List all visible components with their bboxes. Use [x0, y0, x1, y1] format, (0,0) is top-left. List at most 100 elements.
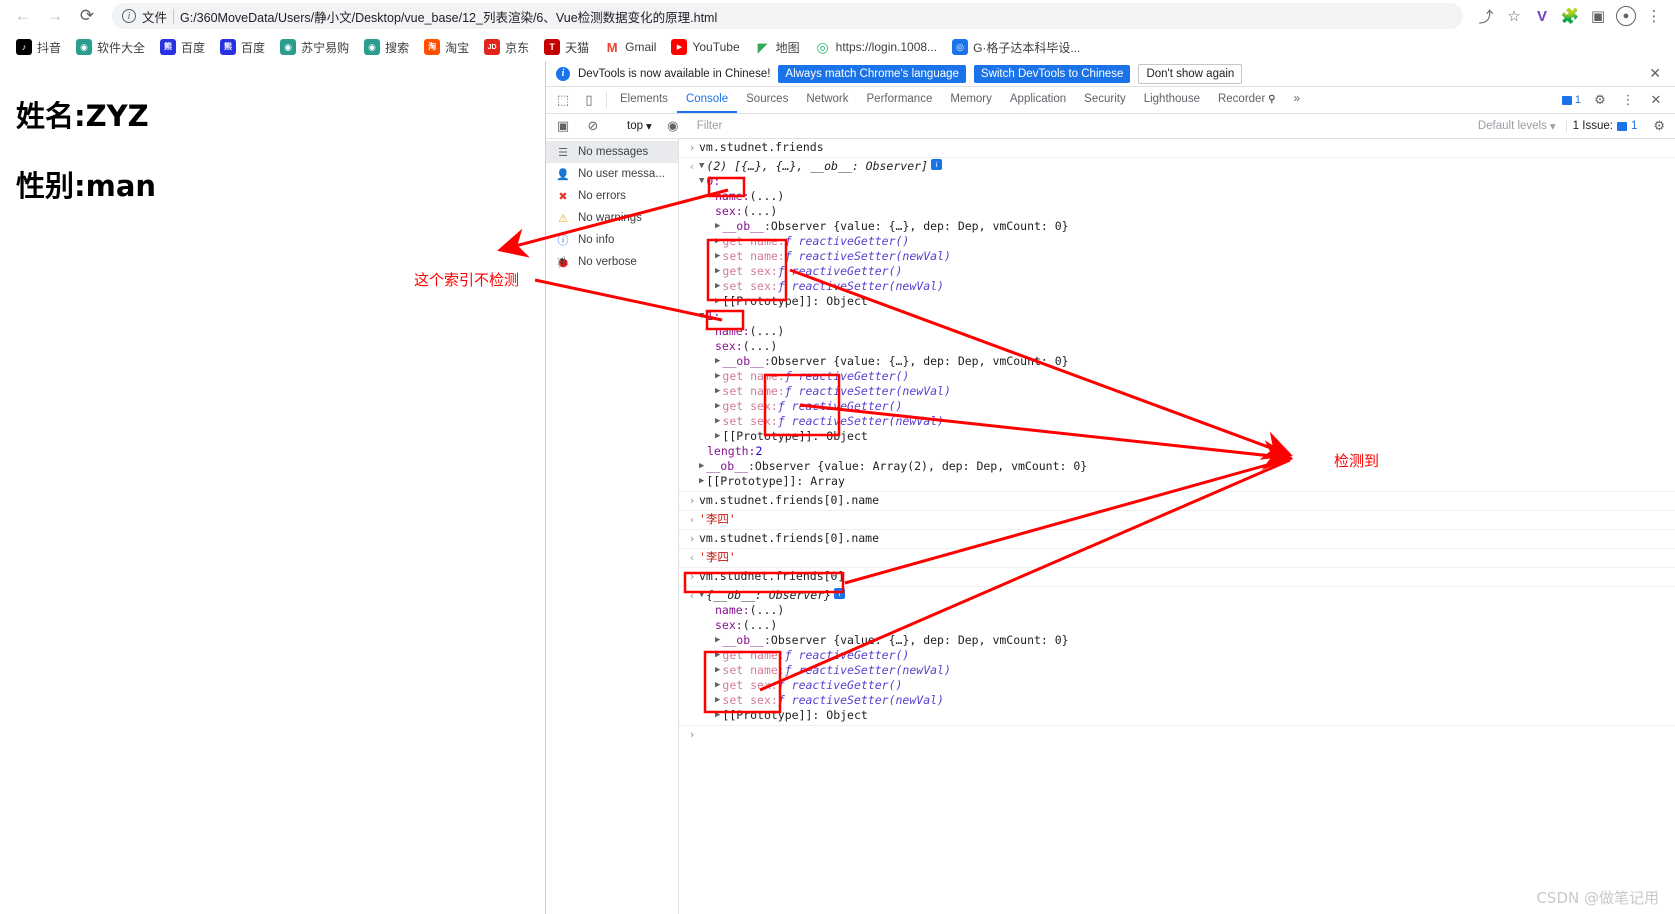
bookmark-item[interactable]: 熊百度 [214, 36, 271, 59]
expand-triangle-icon[interactable]: ▶ [715, 678, 720, 693]
execution-context-select[interactable]: top ▾ [623, 119, 656, 133]
log-levels-select[interactable]: Default levels ▾ [1472, 119, 1562, 133]
object-prop-sex[interactable]: sex: (...) [679, 339, 1675, 354]
sidebar-item-no-messages[interactable]: ☰ No messages [546, 141, 678, 163]
close-icon[interactable]: ✕ [1645, 65, 1665, 82]
object-prop-ob[interactable]: ▶ __ob__: Observer {value: {…}, dep: Dep, … [679, 354, 1675, 369]
accessor-set-sex[interactable]: ▶ set sex: ƒ reactiveSetter(newVal) [679, 693, 1675, 708]
dont-show-again-button[interactable]: Don't show again [1138, 63, 1243, 84]
object-prop-ob[interactable]: ▶ __ob__: Observer {value: {…}, dep: Dep, … [679, 633, 1675, 648]
expand-triangle-icon[interactable]: ▶ [715, 279, 720, 294]
page-info-icon[interactable]: i [122, 9, 136, 23]
accessor-get-sex[interactable]: ▶ get sex: ƒ reactiveGetter() [679, 264, 1675, 279]
accessor-set-sex[interactable]: ▶ set sex: ƒ reactiveSetter(newVal) [679, 279, 1675, 294]
tab-application[interactable]: Application [1001, 87, 1075, 113]
expand-triangle-icon[interactable]: ▶ [715, 708, 720, 723]
expand-triangle-icon[interactable]: ▶ [715, 663, 720, 678]
sidebar-item-no-verbose[interactable]: 🐞 No verbose [546, 251, 678, 273]
object-prop-sex[interactable]: sex: (...) [679, 204, 1675, 219]
object-prop-sex[interactable]: sex: (...) [679, 618, 1675, 633]
settings-gear-icon[interactable]: ⚙ [1587, 92, 1613, 108]
sidebar-item-no-warnings[interactable]: ⚠ No warnings [546, 207, 678, 229]
console-input-line[interactable]: › vm.studnet.friends [679, 140, 1675, 155]
issues-indicator[interactable]: 1 Issue: 1 [1565, 120, 1644, 132]
expand-triangle-icon[interactable]: ▶ [715, 234, 720, 249]
tab-sources[interactable]: Sources [737, 87, 797, 113]
issues-badge-tabbar[interactable]: 1 [1558, 93, 1585, 107]
share-icon[interactable]: ⤴ [1473, 3, 1499, 29]
reload-button[interactable]: ⟳ [72, 1, 102, 31]
inspect-element-icon[interactable]: ⬚ [550, 87, 576, 113]
tab-lighthouse[interactable]: Lighthouse [1135, 87, 1209, 113]
object-prop-name[interactable]: name: (...) [679, 603, 1675, 618]
object-prop-name[interactable]: name: (...) [679, 189, 1675, 204]
sidebar-item-no-errors[interactable]: ✖ No errors [546, 185, 678, 207]
switch-to-chinese-button[interactable]: Switch DevTools to Chinese [973, 64, 1131, 83]
tab-performance[interactable]: Performance [858, 87, 942, 113]
tab-recorder[interactable]: Recorder ⚲ [1209, 87, 1285, 113]
expand-triangle-icon[interactable]: ▶ [715, 249, 720, 264]
bookmark-item[interactable]: ◤ 地图 [749, 36, 806, 59]
prop-value[interactable]: (...) [750, 324, 785, 339]
bookmark-star-icon[interactable]: ☆ [1501, 3, 1527, 29]
sidebar-item-no-user-messages[interactable]: 👤 No user messa... [546, 163, 678, 185]
prototype-object-row[interactable]: ▶ [[Prototype]]: Object [679, 429, 1675, 444]
accessor-get-sex[interactable]: ▶ get sex: ƒ reactiveGetter() [679, 399, 1675, 414]
accessor-get-name[interactable]: ▶ get name: ƒ reactiveGetter() [679, 648, 1675, 663]
expand-triangle-icon[interactable]: ▶ [715, 399, 720, 414]
expand-triangle-icon[interactable]: ▶ [715, 264, 720, 279]
clear-console-icon[interactable]: ⊘ [580, 118, 606, 134]
expand-triangle-icon[interactable]: ▼ [699, 159, 704, 174]
bookmark-item[interactable]: ◎ G·格子达本科毕设... [946, 36, 1086, 59]
object-prop-name[interactable]: name: (...) [679, 324, 1675, 339]
chrome-menu-icon[interactable]: ⋮ [1641, 3, 1667, 29]
expand-triangle-icon[interactable]: ▶ [715, 633, 720, 648]
always-match-language-button[interactable]: Always match Chrome's language [778, 64, 966, 83]
array-ob-row[interactable]: ▶ __ob__: Observer {value: Array(2), dep: … [679, 459, 1675, 474]
array-index-1[interactable]: ▼ 1: [679, 309, 1675, 324]
bookmark-item[interactable]: T 天猫 [538, 36, 595, 59]
prop-value[interactable]: (...) [743, 204, 778, 219]
expand-triangle-icon[interactable]: ▶ [715, 648, 720, 663]
tabs-overflow-button[interactable]: » [1285, 87, 1309, 113]
expand-triangle-icon[interactable]: ▶ [699, 474, 704, 489]
expand-triangle-icon[interactable]: ▼ [699, 174, 704, 189]
expand-triangle-icon[interactable]: ▶ [715, 693, 720, 708]
console-prompt-row[interactable]: › [679, 726, 1675, 743]
accessor-get-name[interactable]: ▶ get name: ƒ reactiveGetter() [679, 234, 1675, 249]
back-button[interactable]: ← [8, 1, 38, 31]
bookmark-item[interactable]: ◉ 苏宁易购 [274, 36, 355, 59]
info-badge-icon[interactable]: i [834, 588, 846, 599]
profile-avatar-icon[interactable]: ● [1613, 3, 1639, 29]
array-index-0[interactable]: ▼ 0: [679, 174, 1675, 189]
bookmark-item[interactable]: ◉ 软件大全 [70, 36, 151, 59]
sidebar-item-no-info[interactable]: ⓘ No info [546, 229, 678, 251]
accessor-set-sex[interactable]: ▶ set sex: ƒ reactiveSetter(newVal) [679, 414, 1675, 429]
devtools-menu-icon[interactable]: ⋮ [1615, 92, 1641, 108]
bookmark-item[interactable]: 淘淘宝 [418, 36, 475, 59]
expand-triangle-icon[interactable]: ▶ [715, 219, 720, 234]
tab-elements[interactable]: Elements [611, 87, 677, 113]
bookmark-item[interactable]: 熊百度 [154, 36, 211, 59]
prop-value[interactable]: (...) [743, 339, 778, 354]
prop-value[interactable]: (...) [750, 189, 785, 204]
expand-triangle-icon[interactable]: ▼ [699, 588, 704, 603]
accessor-get-sex[interactable]: ▶ get sex: ƒ reactiveGetter() [679, 678, 1675, 693]
expand-triangle-icon[interactable]: ▶ [715, 414, 720, 429]
tab-network[interactable]: Network [797, 87, 857, 113]
side-panel-icon[interactable]: ▣ [1585, 3, 1611, 29]
bookmark-item[interactable]: M Gmail [598, 36, 662, 58]
object-prop-ob[interactable]: ▶ __ob__: Observer {value: {…}, dep: Dep, … [679, 219, 1675, 234]
console-input-line[interactable]: › vm.studnet.friends[0].name [679, 493, 1675, 508]
bookmark-item[interactable]: JD 京东 [478, 36, 535, 59]
console-input-line[interactable]: › vm.studnet.friends[0] [679, 569, 1675, 584]
bookmark-item[interactable]: ◉ 搜索 [358, 36, 415, 59]
expand-triangle-icon[interactable]: ▶ [699, 459, 704, 474]
console-input-line[interactable]: › vm.studnet.friends[0].name [679, 531, 1675, 546]
live-expression-icon[interactable]: ◉ [660, 118, 686, 134]
prototype-array-row[interactable]: ▶ [[Prototype]]: Array [679, 474, 1675, 489]
tab-security[interactable]: Security [1075, 87, 1135, 113]
object-header-line[interactable]: ‹ ▼ {__ob__: Observer} i [679, 588, 1675, 603]
prop-value[interactable]: (...) [743, 618, 778, 633]
array-header-line[interactable]: ‹ ▼ (2) [{…}, {…}, __ob__: Observer] i [679, 159, 1675, 174]
